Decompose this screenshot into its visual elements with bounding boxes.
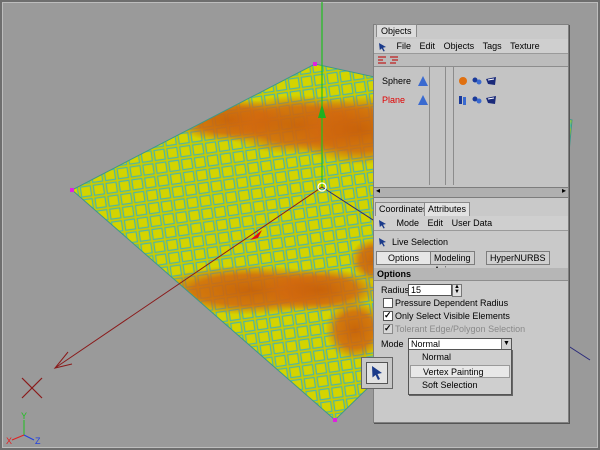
scroll-left-icon[interactable]: ◂ — [376, 186, 380, 195]
pressure-row: Pressure Dependent Radius — [374, 297, 568, 309]
gizmo-y-label: Y — [21, 411, 27, 421]
tool-name: Live Selection — [392, 237, 449, 247]
mode-label: Mode — [381, 339, 404, 349]
objects-menubar: File Edit Objects Tags Texture — [374, 39, 568, 54]
menu-edit[interactable]: Edit — [428, 216, 444, 230]
object-name-plane: Plane — [382, 95, 406, 105]
scroll-right-icon[interactable]: ▸ — [562, 186, 566, 195]
mode-option-vertex-painting[interactable]: Vertex Painting — [410, 365, 510, 378]
menu-tags[interactable]: Tags — [483, 39, 502, 53]
arrow-pointer-icon[interactable] — [378, 42, 388, 52]
list-item[interactable]: Sphere — [374, 73, 560, 89]
list-item[interactable]: Plane — [374, 92, 560, 108]
horizontal-scrollbar[interactable]: ◂ ▸ — [374, 186, 568, 198]
tab-options[interactable]: Options — [376, 251, 431, 265]
objects-tab[interactable]: Objects — [376, 24, 417, 37]
x-axis-arrow — [53, 351, 73, 369]
texture-tag-icon[interactable] — [472, 95, 482, 105]
texture-tag-icon[interactable] — [472, 76, 482, 86]
menu-edit[interactable]: Edit — [420, 39, 436, 53]
attributes-menubar: Mode Edit User Data — [374, 216, 568, 231]
layer-icon[interactable] — [418, 76, 428, 86]
menu-file[interactable]: File — [397, 39, 412, 53]
radius-row: Radius 15 ▲ ▼ — [374, 284, 568, 297]
object-name-sphere: Sphere — [382, 76, 412, 86]
attribute-tabs: Coordinates Attributes — [374, 202, 568, 217]
menu-mode[interactable]: Mode — [397, 216, 420, 230]
phong-tag-icon[interactable] — [486, 76, 496, 86]
pressure-checkbox[interactable] — [383, 298, 393, 308]
vertex-handle[interactable] — [70, 188, 74, 192]
live-selection-icon — [379, 238, 386, 247]
tab-modeling-axis[interactable]: Modeling Axis — [430, 251, 475, 275]
tolerant-checkbox[interactable] — [383, 322, 393, 334]
gizmo-x — [11, 434, 25, 441]
gizmo-z — [23, 434, 35, 441]
radius-label: Radius — [381, 285, 410, 295]
hierarchy-icon[interactable] — [377, 55, 387, 65]
mode-option-soft-selection[interactable]: Soft Selection — [410, 379, 510, 392]
mode-option-normal[interactable]: Normal — [410, 351, 510, 364]
options-section-header: Options — [374, 268, 568, 281]
radius-stepper[interactable]: ▲ ▼ — [452, 284, 462, 297]
mode-dropdown-list: Normal Vertex Painting Soft Selection — [408, 349, 512, 395]
phong-tag-icon[interactable] — [486, 95, 496, 105]
tolerant-label: Tolerant Edge/Polygon Selection — [395, 324, 526, 334]
only-visible-checkbox[interactable] — [383, 309, 393, 321]
mode-select-value: Normal — [411, 339, 441, 349]
arrow-pointer-icon — [372, 366, 382, 380]
vertex-map-tag-icon[interactable] — [458, 95, 468, 105]
only-visible-label: Only Select Visible Elements — [395, 311, 510, 321]
tab-hypernurbs[interactable]: HyperNURBS — [486, 251, 550, 265]
object-list: Sphere Plane — [374, 67, 568, 188]
hierarchy-icon[interactable] — [389, 55, 399, 65]
radius-input[interactable]: 15 — [408, 284, 452, 296]
menu-user-data[interactable]: User Data — [452, 216, 493, 230]
material-tag-icon[interactable] — [458, 76, 468, 86]
arrow-pointer-icon[interactable] — [378, 219, 388, 229]
cinema4d-window: Y X Z Objects File Edit Objects Tags Tex… — [0, 0, 600, 450]
vertex-handle[interactable] — [333, 418, 337, 422]
tolerant-row: Tolerant Edge/Polygon Selection — [374, 322, 568, 335]
selection-tool-flyout[interactable] — [361, 357, 393, 389]
menu-texture[interactable]: Texture — [510, 39, 540, 53]
section-title: Options — [377, 269, 411, 279]
pressure-label: Pressure Dependent Radius — [395, 298, 509, 308]
gizmo-z-label: Z — [35, 436, 41, 446]
menu-objects[interactable]: Objects — [444, 39, 475, 53]
tool-header: Live Selection — [374, 235, 568, 249]
vertex-handle[interactable] — [313, 62, 317, 66]
gizmo-x-label: X — [6, 436, 12, 446]
tab-attributes[interactable]: Attributes — [424, 202, 471, 217]
selection-tool-button[interactable] — [366, 362, 388, 384]
layer-icon[interactable] — [418, 95, 428, 105]
only-visible-row: Only Select Visible Elements — [374, 309, 568, 322]
objects-toolbar — [374, 54, 568, 67]
chevron-down-icon[interactable]: ▼ — [501, 339, 511, 349]
